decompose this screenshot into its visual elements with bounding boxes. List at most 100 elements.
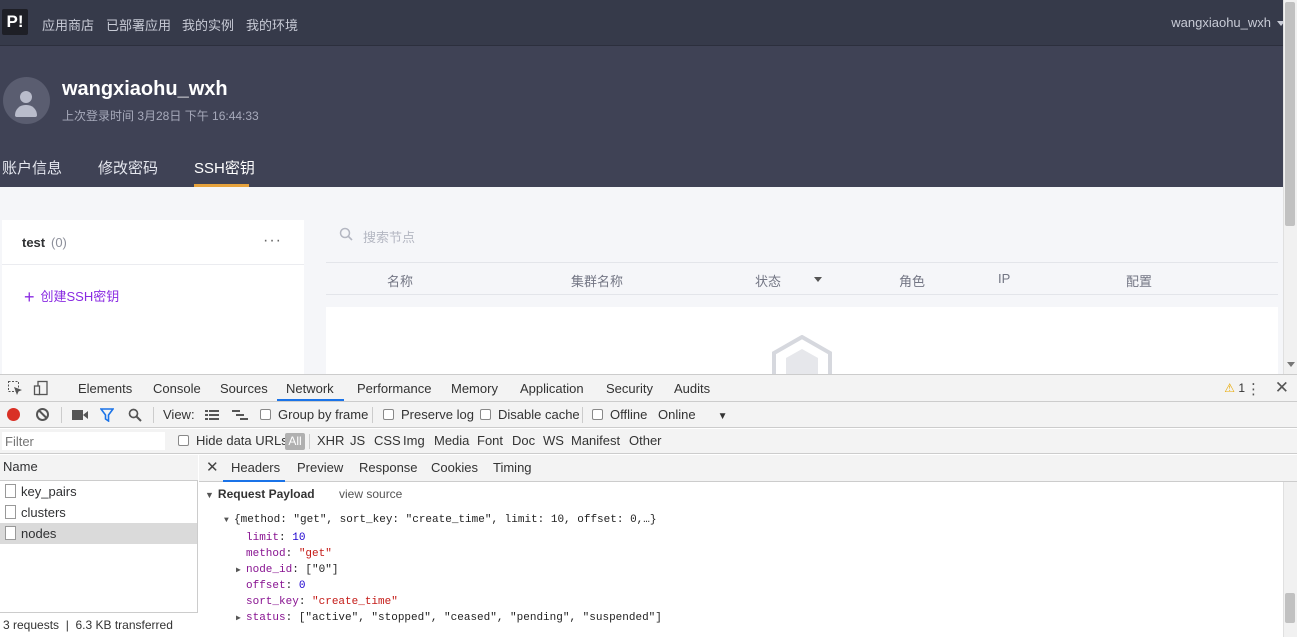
payload-field-key: node_id bbox=[246, 564, 293, 576]
checkbox[interactable] bbox=[260, 409, 271, 420]
devtools-tab-security[interactable]: Security bbox=[606, 381, 653, 396]
devtools-tab-network[interactable]: Network bbox=[286, 381, 334, 396]
devtools-tab-application[interactable]: Application bbox=[520, 381, 584, 396]
throttling-select[interactable]: Online ▼ bbox=[658, 407, 727, 422]
device-toolbar-icon[interactable] bbox=[33, 380, 49, 396]
filter-type-js[interactable]: JS bbox=[350, 433, 365, 448]
user-menu[interactable]: wangxiaohu_wxh bbox=[1171, 15, 1285, 30]
more-options-icon[interactable]: ··· bbox=[263, 232, 282, 250]
filter-type-font[interactable]: Font bbox=[477, 433, 503, 448]
devtools-tab-performance[interactable]: Performance bbox=[357, 381, 431, 396]
devtools-tab-audits[interactable]: Audits bbox=[674, 381, 710, 396]
user-menu-name: wangxiaohu_wxh bbox=[1171, 15, 1271, 30]
app-logo[interactable]: P! bbox=[2, 9, 28, 35]
request-name: nodes bbox=[21, 526, 57, 541]
expand-arrow-icon: ▼ bbox=[224, 516, 229, 525]
inspect-element-icon[interactable] bbox=[7, 380, 23, 396]
checkbox[interactable] bbox=[383, 409, 394, 420]
request-row-selected[interactable]: nodes bbox=[0, 523, 197, 544]
warnings-counter[interactable]: ⚠ 1 bbox=[1224, 381, 1245, 395]
column-header-status[interactable]: 状态 bbox=[755, 271, 781, 290]
divider bbox=[2, 264, 304, 265]
request-payload-section[interactable]: ▼ Request Payload bbox=[205, 487, 315, 501]
search-icon[interactable] bbox=[128, 408, 142, 422]
offline-checkbox[interactable]: Offline bbox=[592, 407, 647, 422]
nav-app-store[interactable]: 应用商店 bbox=[42, 15, 94, 34]
status-filter-caret-icon[interactable] bbox=[814, 277, 822, 282]
scroll-down-arrow-icon[interactable] bbox=[1287, 362, 1295, 367]
filter-type-xhr[interactable]: XHR bbox=[317, 433, 344, 448]
payload-field-row[interactable]: ▶ status: ["active", "stopped", "ceased",… bbox=[236, 612, 662, 624]
payload-field-value: "create_time" bbox=[312, 596, 398, 608]
ssh-key-node-count: (0) bbox=[51, 235, 67, 250]
detail-tab-preview[interactable]: Preview bbox=[297, 460, 343, 475]
close-detail-icon[interactable]: ✕ bbox=[206, 458, 219, 476]
capture-screenshots-icon[interactable] bbox=[72, 409, 88, 421]
file-icon bbox=[5, 484, 16, 498]
filter-type-other[interactable]: Other bbox=[629, 433, 662, 448]
filter-type-css[interactable]: CSS bbox=[374, 433, 401, 448]
column-header-ip: IP bbox=[998, 271, 1011, 286]
filter-input[interactable] bbox=[2, 432, 165, 450]
detail-tab-headers[interactable]: Headers bbox=[231, 460, 280, 475]
disable-cache-checkbox[interactable]: Disable cache bbox=[480, 407, 580, 422]
payload-field-row[interactable]: ▶ node_id: ["0"] bbox=[236, 564, 338, 576]
create-ssh-key-button[interactable]: + 创建SSH密钥 bbox=[24, 286, 119, 308]
waterfall-overview-icon[interactable] bbox=[232, 409, 248, 421]
search-icon bbox=[339, 227, 353, 241]
separator bbox=[309, 434, 310, 449]
devtools-tab-elements[interactable]: Elements bbox=[78, 381, 132, 396]
close-devtools-icon[interactable]: ✕ bbox=[1275, 378, 1289, 398]
request-name: key_pairs bbox=[21, 484, 77, 499]
filter-icon[interactable] bbox=[100, 408, 114, 422]
filter-type-media[interactable]: Media bbox=[434, 433, 469, 448]
payload-field-key: sort_key bbox=[246, 596, 299, 608]
payload-field-value: ["0"] bbox=[305, 564, 339, 576]
tab-ssh-keys[interactable]: SSH密钥 bbox=[194, 157, 255, 178]
detail-tab-timing[interactable]: Timing bbox=[493, 460, 532, 475]
separator bbox=[153, 407, 154, 423]
tab-change-password[interactable]: 修改密码 bbox=[98, 157, 158, 178]
devtools-tab-sources[interactable]: Sources bbox=[220, 381, 268, 396]
column-header-name[interactable]: Name bbox=[0, 455, 198, 481]
avatar bbox=[3, 77, 50, 124]
nav-deployed-apps[interactable]: 已部署应用 bbox=[106, 15, 171, 34]
devtools-tab-console[interactable]: Console bbox=[153, 381, 201, 396]
detail-tab-cookies[interactable]: Cookies bbox=[431, 460, 478, 475]
request-payload-title: Request Payload bbox=[217, 487, 315, 501]
payload-summary[interactable]: ▼ {method: "get", sort_key: "create_time"… bbox=[224, 514, 656, 526]
search-nodes-input[interactable]: 搜索节点 bbox=[363, 227, 415, 246]
ssh-key-name[interactable]: test bbox=[22, 235, 45, 250]
page-scrollbar-thumb[interactable] bbox=[1285, 2, 1295, 226]
filter-type-ws[interactable]: WS bbox=[543, 433, 564, 448]
request-row[interactable]: clusters bbox=[0, 502, 197, 523]
detail-scrollbar-thumb[interactable] bbox=[1285, 593, 1295, 623]
devtools-menu-icon[interactable]: ⋮ bbox=[1246, 380, 1261, 398]
divider bbox=[326, 262, 1278, 263]
devtools-tab-memory[interactable]: Memory bbox=[451, 381, 498, 396]
tab-account-info[interactable]: 账户信息 bbox=[2, 157, 62, 178]
preserve-log-label: Preserve log bbox=[401, 407, 474, 422]
filter-type-doc[interactable]: Doc bbox=[512, 433, 535, 448]
nav-my-environments[interactable]: 我的环境 bbox=[246, 15, 298, 34]
request-row[interactable]: key_pairs bbox=[0, 481, 197, 502]
group-by-frame-checkbox[interactable]: Group by frame bbox=[260, 407, 368, 422]
filter-type-manifest[interactable]: Manifest bbox=[571, 433, 620, 448]
checkbox[interactable] bbox=[480, 409, 491, 420]
checkbox[interactable] bbox=[178, 435, 189, 446]
filter-type-img[interactable]: Img bbox=[403, 433, 425, 448]
active-tab-indicator bbox=[277, 399, 344, 401]
large-rows-icon[interactable] bbox=[205, 409, 219, 421]
payload-field-value: 10 bbox=[292, 532, 306, 544]
detail-tab-response[interactable]: Response bbox=[359, 460, 418, 475]
clear-icon[interactable] bbox=[36, 408, 49, 421]
dropdown-arrow-icon: ▼ bbox=[717, 411, 728, 422]
preserve-log-checkbox[interactable]: Preserve log bbox=[383, 407, 474, 422]
separator bbox=[582, 407, 583, 423]
record-icon[interactable] bbox=[7, 408, 20, 421]
filter-type-all[interactable]: All bbox=[285, 433, 305, 450]
view-source-link[interactable]: view source bbox=[339, 487, 402, 501]
checkbox[interactable] bbox=[592, 409, 603, 420]
nav-my-instances[interactable]: 我的实例 bbox=[182, 15, 234, 34]
hide-data-urls-checkbox[interactable]: Hide data URLs bbox=[178, 433, 288, 448]
